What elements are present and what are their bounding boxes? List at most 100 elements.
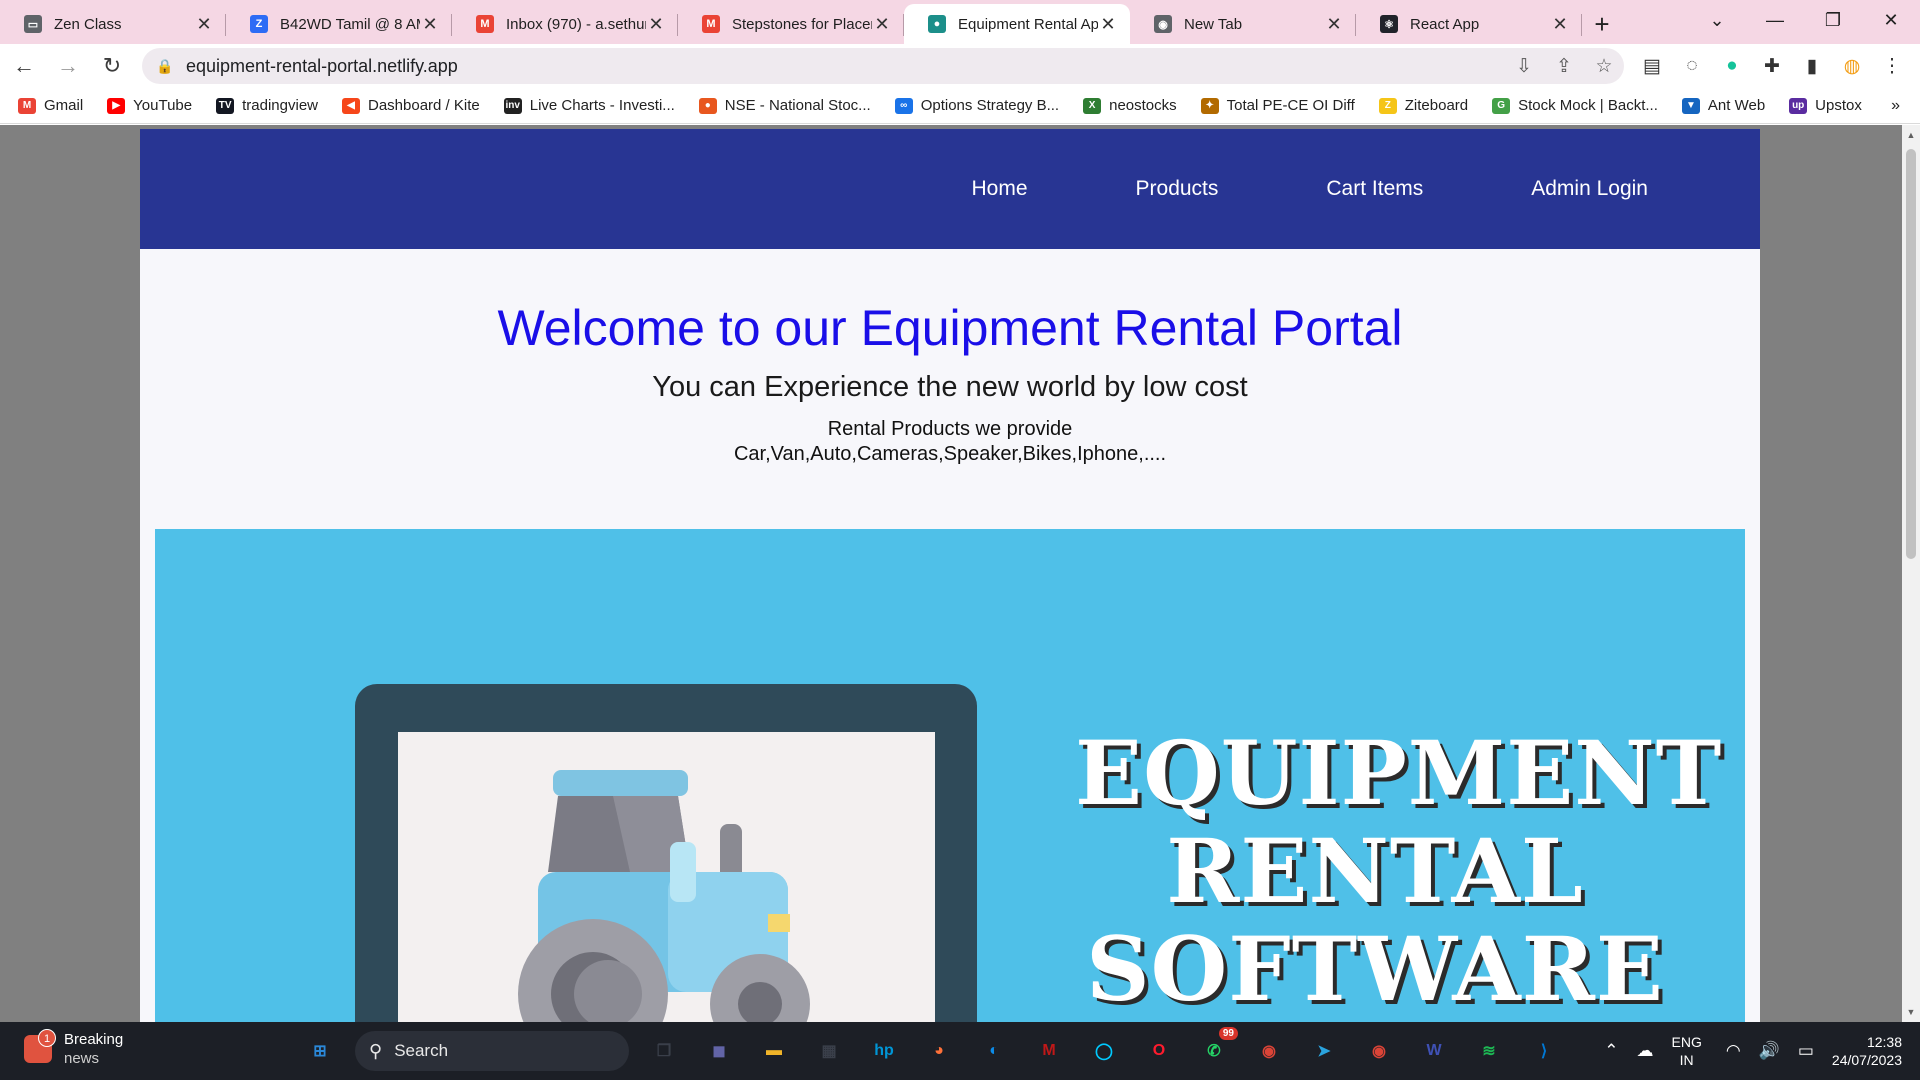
more-bookmarks-chevron-icon[interactable]: » (1891, 97, 1900, 115)
chrome-icon[interactable]: ◉ (1249, 1031, 1289, 1071)
browser-menu-icon[interactable]: ⋮ (1872, 55, 1912, 78)
scroll-down-arrow-icon[interactable]: ▼ (1902, 1007, 1920, 1017)
address-url[interactable]: equipment-rental-portal.netlify.app (186, 56, 1504, 77)
tab-title[interactable]: New Tab (1184, 16, 1324, 33)
show-hidden-icons-chevron-icon[interactable]: ⌃ (1604, 1041, 1618, 1061)
side-panel-icon[interactable]: ▮ (1792, 55, 1832, 78)
new-tab-button[interactable]: + (1582, 4, 1622, 44)
bookmark-item[interactable]: TV tradingview (216, 97, 318, 114)
teams-chat-icon[interactable]: ◼ (699, 1031, 739, 1071)
minimize-button[interactable]: — (1746, 10, 1804, 31)
bookmark-item[interactable]: Xneostocks (1083, 97, 1177, 114)
firefox-icon[interactable]: ◕ (919, 1031, 959, 1071)
tab-title[interactable]: Inbox (970) - a.sethuma (506, 16, 646, 33)
bookmark-item[interactable]: up Upstox (1789, 97, 1862, 114)
windows-start-icon[interactable]: ⊞ (300, 1031, 340, 1071)
tab-title[interactable]: B42WD Tamil @ 8 AM (280, 16, 420, 33)
bookmark-label: Ant Web (1707, 97, 1766, 114)
bookmark-item[interactable]: ▶ YouTube (107, 97, 192, 114)
reload-button[interactable]: ↻ (92, 46, 132, 86)
wifi-icon[interactable]: ◠ (1726, 1041, 1741, 1061)
tab-separator (1581, 14, 1582, 36)
back-button[interactable]: ← (4, 46, 44, 86)
install-app-icon[interactable]: ⇩ (1504, 55, 1544, 78)
close-tab-icon[interactable]: ✕ (194, 14, 214, 35)
share-icon[interactable]: ⇪ (1544, 55, 1584, 78)
nav-products-link[interactable]: Products (1136, 177, 1219, 201)
nav-home-link[interactable]: Home (971, 177, 1027, 201)
close-tab-icon[interactable]: ✕ (1550, 14, 1570, 35)
battery-icon[interactable]: ▭ (1798, 1041, 1814, 1061)
tab-title[interactable]: Zen Class (54, 16, 194, 33)
task-view-icon[interactable]: ❐ (644, 1031, 684, 1071)
close-tab-icon[interactable]: ✕ (1098, 14, 1118, 35)
bookmark-item[interactable]: ▼ Ant Web (1681, 97, 1766, 114)
myhp-icon[interactable]: hp (864, 1031, 904, 1071)
windows-taskbar: 1 Breaking news ⊞ ⚲ Search ❐ ◼ ▬ ▦ hp ◕ ◐ M ◯ O ✆ 99 ◉ ➤… (0, 1022, 1920, 1080)
volume-icon[interactable]: 🔊 (1759, 1041, 1780, 1061)
lock-icon[interactable]: 🔒 (156, 58, 176, 75)
bookmark-item[interactable]: ◀ Dashboard / Kite (342, 97, 480, 114)
news-widget[interactable]: 1 Breaking news (24, 1029, 124, 1068)
tab-search-chevron-icon[interactable]: ⌄ (1688, 10, 1746, 31)
language-indicator[interactable]: ENG IN (1672, 1033, 1702, 1069)
browser-tab[interactable]: ● Equipment Rental App ✕ (904, 4, 1130, 44)
alexa-icon[interactable]: ◯ (1084, 1031, 1124, 1071)
file-explorer-icon[interactable]: ▬ (754, 1031, 794, 1071)
site-navbar: Home Products Cart Items Admin Login (140, 129, 1760, 249)
taskbar-search-box[interactable]: ⚲ Search (355, 1031, 629, 1071)
webex-icon[interactable]: W (1414, 1031, 1454, 1071)
extensions-puzzle-icon[interactable]: ✚ (1752, 55, 1792, 78)
nav-admin-login-link[interactable]: Admin Login (1531, 177, 1648, 201)
address-bar[interactable]: 🔒 equipment-rental-portal.netlify.app ⇩ … (142, 48, 1624, 84)
browser-tab[interactable]: ◉ New Tab ✕ (1130, 4, 1356, 44)
browser-tab[interactable]: Z B42WD Tamil @ 8 AM ✕ (226, 4, 452, 44)
bookmark-item[interactable]: G Stock Mock | Backt... (1492, 97, 1658, 114)
extension-keyboard-icon[interactable]: ▤ (1632, 55, 1672, 78)
bookmark-item[interactable]: ✦ Total PE-CE OI Diff (1200, 97, 1355, 114)
vscode-icon[interactable]: ⟩ (1524, 1031, 1564, 1071)
ms-store-icon[interactable]: ▦ (809, 1031, 849, 1071)
close-window-button[interactable]: ✕ (1862, 10, 1920, 31)
grammarly-icon[interactable]: ● (1712, 55, 1752, 78)
spotify-icon[interactable]: ≋ (1469, 1031, 1509, 1071)
bookmark-item[interactable]: inv Live Charts - Investi... (503, 97, 675, 114)
bookmark-label: Options Strategy B... (920, 97, 1060, 114)
close-tab-icon[interactable]: ✕ (872, 14, 892, 35)
edge-icon[interactable]: ◐ (974, 1031, 1014, 1071)
browser-tab[interactable]: ⚛ React App ✕ (1356, 4, 1582, 44)
bookmark-item[interactable]: ∞ Options Strategy B... (894, 97, 1060, 114)
onedrive-icon[interactable]: ☁ (1637, 1041, 1654, 1061)
tab-title[interactable]: Equipment Rental App (958, 16, 1098, 33)
bookmark-item[interactable]: Z Ziteboard (1378, 97, 1468, 114)
forward-button[interactable]: → (48, 46, 88, 86)
close-tab-icon[interactable]: ✕ (646, 14, 666, 35)
news-title: Breaking (64, 1031, 124, 1048)
browser-tab[interactable]: ▭ Zen Class ✕ (0, 4, 226, 44)
browser-tab[interactable]: M Inbox (970) - a.sethuma✕ (452, 4, 678, 44)
bookmark-item[interactable]: M Gmail (18, 97, 83, 114)
chrome-profile-icon[interactable]: ◉ (1359, 1031, 1399, 1071)
profile-avatar-icon[interactable]: ◍ (1832, 55, 1872, 78)
banner-line-1: EQUIPMENT (1075, 721, 1723, 825)
telegram-icon[interactable]: ➤ (1304, 1031, 1344, 1071)
scrollbar-thumb[interactable] (1906, 149, 1916, 559)
browser-tab[interactable]: M Stepstones for Placeme✕ (678, 4, 904, 44)
opera-icon[interactable]: O (1139, 1031, 1179, 1071)
bookmark-item[interactable]: ● NSE - National Stoc... (698, 97, 871, 114)
scroll-up-arrow-icon[interactable]: ▲ (1902, 130, 1920, 140)
nav-cart-items-link[interactable]: Cart Items (1326, 177, 1423, 201)
tab-title[interactable]: Stepstones for Placeme (732, 16, 872, 33)
restore-button[interactable]: ❐ (1804, 10, 1862, 31)
page-scrollbar[interactable]: ▲ ▼ (1902, 125, 1920, 1022)
bookmark-label: Stock Mock | Backt... (1518, 97, 1658, 114)
mcafee-icon[interactable]: M (1029, 1031, 1069, 1071)
close-tab-icon[interactable]: ✕ (420, 14, 440, 35)
tab-title[interactable]: React App (1410, 16, 1550, 33)
bookmark-star-icon[interactable]: ☆ (1584, 55, 1624, 78)
clock[interactable]: 12:38 24/07/2023 (1832, 1033, 1902, 1069)
window-controls: ⌄ — ❐ ✕ (1688, 0, 1920, 40)
whatsapp-icon[interactable]: ✆ 99 (1194, 1027, 1238, 1071)
close-tab-icon[interactable]: ✕ (1324, 14, 1344, 35)
extension-circle-icon[interactable]: ◌ (1672, 55, 1712, 78)
